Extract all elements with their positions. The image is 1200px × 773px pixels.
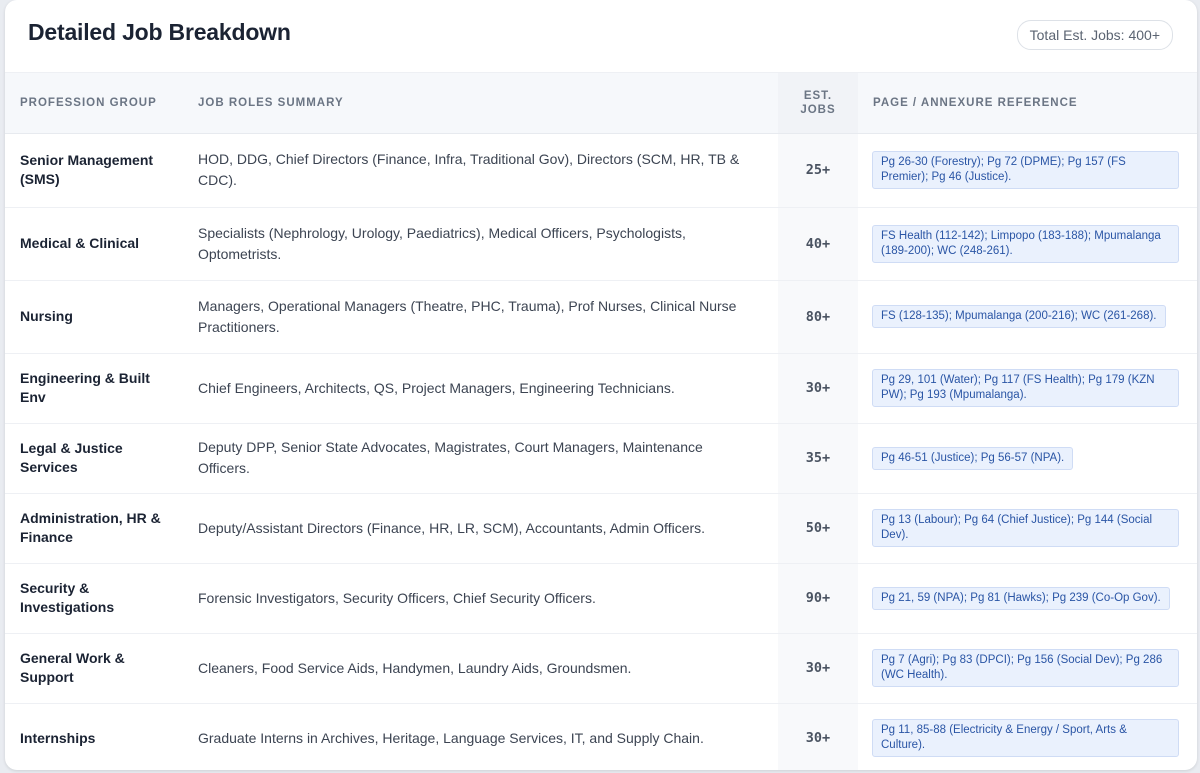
profession-group-cell: Medical & Clinical xyxy=(20,235,140,251)
reference-pill: Pg 26-30 (Forestry); Pg 72 (DPME); Pg 15… xyxy=(872,151,1179,189)
table-row: Administration, HR & Finance Deputy/Assi… xyxy=(5,493,1197,563)
table-row: Engineering & Built Env Chief Engineers,… xyxy=(5,353,1197,423)
est-jobs-cell: 80+ xyxy=(778,280,858,353)
reference-cell: Pg 11, 85-88 (Electricity & Energy / Spo… xyxy=(858,703,1197,770)
table-row: General Work & Support Cleaners, Food Se… xyxy=(5,633,1197,703)
est-jobs-cell: 30+ xyxy=(778,353,858,423)
table-row: Internships Graduate Interns in Archives… xyxy=(5,703,1197,770)
reference-cell: FS (128-135); Mpumalanga (200-216); WC (… xyxy=(858,280,1197,353)
column-header-job-roles: JOB ROLES SUMMARY xyxy=(183,73,778,134)
profession-group-cell: Security & Investigations xyxy=(20,580,115,615)
reference-cell: Pg 29, 101 (Water); Pg 117 (FS Health); … xyxy=(858,353,1197,423)
table-row: Senior Management (SMS) HOD, DDG, Chief … xyxy=(5,133,1197,207)
job-roles-cell: Graduate Interns in Archives, Heritage, … xyxy=(198,729,704,746)
job-breakdown-card: Detailed Job Breakdown Total Est. Jobs: … xyxy=(5,0,1197,770)
profession-group-cell: Engineering & Built Env xyxy=(20,370,150,405)
est-jobs-cell: 30+ xyxy=(778,633,858,703)
job-roles-cell: HOD, DDG, Chief Directors (Finance, Infr… xyxy=(198,151,740,188)
est-jobs-cell: 40+ xyxy=(778,207,858,280)
column-header-reference: PAGE / ANNEXURE REFERENCE xyxy=(858,73,1197,134)
reference-cell: Pg 46-51 (Justice); Pg 56-57 (NPA). xyxy=(858,423,1197,493)
reference-pill: Pg 7 (Agri); Pg 83 (DPCI); Pg 156 (Socia… xyxy=(872,649,1179,687)
table-row: Nursing Managers, Operational Managers (… xyxy=(5,280,1197,353)
job-roles-cell: Managers, Operational Managers (Theatre,… xyxy=(198,297,737,335)
column-header-est-jobs-line2: JOBS xyxy=(800,103,836,116)
profession-group-cell: Legal & Justice Services xyxy=(20,440,123,475)
total-jobs-badge: Total Est. Jobs: 400+ xyxy=(1016,20,1173,50)
table-body: Senior Management (SMS) HOD, DDG, Chief … xyxy=(5,133,1197,770)
est-jobs-cell: 30+ xyxy=(778,703,858,770)
reference-pill: FS Health (112-142); Limpopo (183-188); … xyxy=(872,224,1179,263)
job-roles-cell: Deputy/Assistant Directors (Finance, HR,… xyxy=(198,519,706,536)
reference-pill: Pg 13 (Labour); Pg 64 (Chief Justice); P… xyxy=(872,509,1179,547)
est-jobs-cell: 35+ xyxy=(778,423,858,493)
table-header-row: PROFESSION GROUP JOB ROLES SUMMARY EST. … xyxy=(5,73,1197,134)
job-roles-cell: Forensic Investigators, Security Officer… xyxy=(198,589,596,606)
est-jobs-cell: 50+ xyxy=(778,493,858,563)
job-roles-cell: Cleaners, Food Service Aids, Handymen, L… xyxy=(198,659,632,676)
reference-pill: FS (128-135); Mpumalanga (200-216); WC (… xyxy=(872,305,1166,328)
est-jobs-cell: 25+ xyxy=(778,133,858,207)
job-breakdown-table: PROFESSION GROUP JOB ROLES SUMMARY EST. … xyxy=(5,73,1197,770)
table-header: PROFESSION GROUP JOB ROLES SUMMARY EST. … xyxy=(5,73,1197,134)
job-roles-cell: Deputy DPP, Senior State Advocates, Magi… xyxy=(198,439,703,476)
profession-group-cell: Nursing xyxy=(20,308,73,324)
reference-pill: Pg 29, 101 (Water); Pg 117 (FS Health); … xyxy=(872,369,1179,407)
reference-cell: Pg 13 (Labour); Pg 64 (Chief Justice); P… xyxy=(858,493,1197,563)
profession-group-cell: Senior Management (SMS) xyxy=(20,152,154,187)
page-title: Detailed Job Breakdown xyxy=(28,19,291,45)
table-row: Security & Investigations Forensic Inves… xyxy=(5,563,1197,633)
reference-cell: FS Health (112-142); Limpopo (183-188); … xyxy=(858,207,1197,280)
table-row: Medical & Clinical Specialists (Nephrolo… xyxy=(5,207,1197,280)
table-row: Legal & Justice Services Deputy DPP, Sen… xyxy=(5,423,1197,493)
reference-pill: Pg 11, 85-88 (Electricity & Energy / Spo… xyxy=(872,719,1179,758)
profession-group-cell: General Work & Support xyxy=(20,650,125,685)
profession-group-cell: Internships xyxy=(20,729,96,746)
column-header-est-jobs: EST. JOBS xyxy=(778,73,858,134)
reference-cell: Pg 26-30 (Forestry); Pg 72 (DPME); Pg 15… xyxy=(858,133,1197,207)
job-roles-cell: Chief Engineers, Architects, QS, Project… xyxy=(198,379,675,396)
est-jobs-cell: 90+ xyxy=(778,563,858,633)
card-header: Detailed Job Breakdown Total Est. Jobs: … xyxy=(5,0,1197,73)
job-roles-cell: Specialists (Nephrology, Urology, Paedia… xyxy=(198,224,686,262)
profession-group-cell: Administration, HR & Finance xyxy=(20,510,161,545)
reference-cell: Pg 21, 59 (NPA); Pg 81 (Hawks); Pg 239 (… xyxy=(858,563,1197,633)
reference-pill: Pg 21, 59 (NPA); Pg 81 (Hawks); Pg 239 (… xyxy=(872,586,1170,610)
column-header-profession-group: PROFESSION GROUP xyxy=(5,73,183,134)
reference-cell: Pg 7 (Agri); Pg 83 (DPCI); Pg 156 (Socia… xyxy=(858,633,1197,703)
column-header-est-jobs-line1: EST. xyxy=(803,89,833,102)
reference-pill: Pg 46-51 (Justice); Pg 56-57 (NPA). xyxy=(872,446,1074,470)
